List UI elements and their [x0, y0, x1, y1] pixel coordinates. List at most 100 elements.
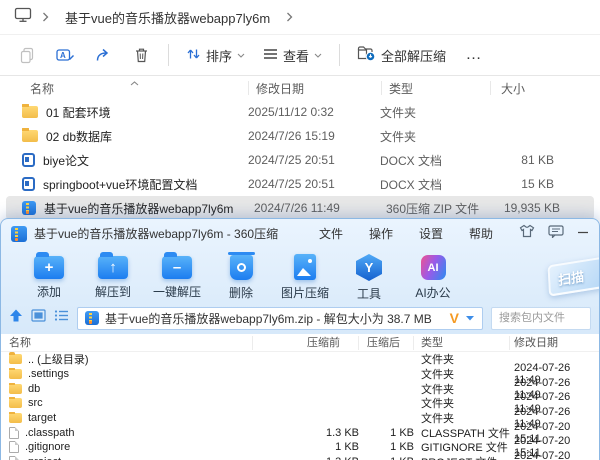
column-header-after[interactable]: 压缩后 — [359, 335, 414, 350]
view-button[interactable]: 查看 — [254, 40, 331, 70]
view-lines-icon — [263, 48, 278, 63]
menu-operation[interactable]: 操作 — [356, 222, 406, 245]
entry-name: target — [28, 412, 57, 425]
folder-icon — [9, 412, 22, 424]
delete-button[interactable]: 删除 — [209, 251, 273, 301]
view-label: 查看 — [283, 48, 310, 64]
column-header-before[interactable]: 压缩前 — [253, 335, 359, 350]
folder-icon — [22, 127, 38, 142]
menu-settings[interactable]: 设置 — [406, 222, 456, 245]
add-button[interactable]: + 添加 — [17, 251, 81, 300]
search-input[interactable] — [491, 306, 591, 330]
more-options-button[interactable]: … — [455, 40, 493, 70]
entry-name: src — [28, 397, 43, 410]
zip-toolbar: + 添加 ↑ 解压到 – 一键解压 删除 图片压缩 Y 工具 AI AI办公 扫… — [1, 248, 599, 305]
tools-button[interactable]: Y 工具 — [337, 251, 401, 302]
one-click-extract-icon: – — [162, 252, 192, 279]
zip-column-headers: 名称 压缩前 压缩后 类型 修改日期 — [1, 334, 599, 352]
minimize-button[interactable] — [577, 225, 589, 243]
ai-icon: AI — [420, 255, 446, 280]
sort-ascending-caret-icon — [130, 75, 139, 89]
rename-button[interactable]: A — [46, 40, 84, 70]
menu-file[interactable]: 文件 — [306, 222, 356, 245]
add-folder-icon: + — [34, 252, 64, 279]
skin-theme-icon[interactable] — [519, 224, 535, 243]
more-dots: … — [465, 46, 483, 63]
toolbar-divider — [168, 44, 169, 66]
table-row-selected[interactable]: 基于vue的音乐播放器webapp7ly6m 2024/7/26 11:49 3… — [6, 196, 594, 220]
extract-folder-icon — [357, 45, 376, 65]
explorer-column-headers: 名称 修改日期 类型 大小 — [0, 76, 600, 100]
menu-help[interactable]: 帮助 — [456, 222, 506, 245]
chevron-right-icon[interactable] — [286, 12, 293, 22]
extract-to-button[interactable]: ↑ 解压到 — [81, 251, 145, 300]
docx-file-icon — [22, 153, 35, 167]
column-header-date[interactable]: 修改日期 — [249, 80, 381, 97]
folder-icon — [9, 382, 22, 394]
trash-recycle-icon — [227, 252, 255, 280]
titlebar-icons — [519, 224, 589, 243]
scan-badge[interactable]: 扫描 — [547, 256, 599, 297]
file-name: 基于vue的音乐播放器webapp7ly6m — [44, 201, 234, 216]
table-row[interactable]: 01 配套环境 2025/11/12 0:32 文件夹 — [0, 100, 600, 124]
svg-text:A: A — [60, 51, 66, 60]
extract-to-folder-icon: ↑ — [98, 252, 128, 279]
this-pc-monitor-icon[interactable] — [14, 7, 32, 28]
chevron-down-icon — [314, 53, 322, 58]
tools-hexagon-icon: Y — [356, 254, 382, 281]
toolbar-divider — [339, 44, 341, 66]
share-button[interactable] — [84, 40, 122, 70]
folder-icon — [9, 368, 22, 380]
breadcrumb: 基于vue的音乐播放器webapp7ly6m — [0, 0, 600, 35]
zip-file-icon — [22, 201, 36, 215]
archive-address-box[interactable]: 基于vue的音乐播放器webapp7ly6m.zip - 解包大小为 38.7 … — [77, 306, 483, 330]
entry-name: .project — [25, 456, 61, 460]
docx-file-icon — [22, 177, 35, 191]
entry-name: .classpath — [25, 426, 75, 439]
sort-label: 排序 — [206, 48, 233, 64]
folder-icon — [22, 103, 38, 118]
column-header-type[interactable]: 类型 — [414, 335, 510, 350]
column-header-name[interactable]: 名称 — [1, 335, 253, 350]
file-name: biye论文 — [43, 153, 90, 168]
column-header-date[interactable]: 修改日期 — [510, 336, 599, 350]
entry-name: db — [28, 382, 41, 395]
archive-path-text: 基于vue的音乐播放器webapp7ly6m.zip - 解包大小为 38.7 … — [105, 311, 432, 326]
table-row[interactable]: 02 db数据库 2024/7/26 15:19 文件夹 — [0, 124, 600, 148]
file-name: 01 配套环境 — [46, 105, 111, 120]
extract-all-button[interactable]: 全部解压缩 — [348, 40, 455, 70]
column-header-type[interactable]: 类型 — [382, 80, 490, 97]
chevron-down-icon — [237, 53, 245, 58]
zip-app-window: 基于vue的音乐播放器webapp7ly6m - 360压缩 文件 操作 设置 … — [0, 218, 600, 460]
list-item[interactable]: .project 1.3 KB 1 KB PROJECT 文件 2024-07-… — [1, 450, 599, 460]
zip-file-icon — [85, 311, 99, 325]
file-icon — [9, 456, 19, 460]
table-row[interactable]: springboot+vue环境配置文档 2024/7/25 20:51 DOC… — [0, 172, 600, 196]
column-header-name[interactable]: 名称 — [0, 80, 248, 97]
v-logo-icon: V — [449, 310, 459, 326]
one-click-extract-button[interactable]: – 一键解压 — [145, 251, 209, 300]
list-view-icon[interactable] — [54, 309, 69, 327]
file-name: springboot+vue环境配置文档 — [43, 177, 198, 192]
column-header-size[interactable]: 大小 — [491, 80, 567, 97]
sort-arrows-icon — [186, 47, 201, 64]
zip-titlebar[interactable]: 基于vue的音乐播放器webapp7ly6m - 360压缩 文件 操作 设置 … — [1, 219, 599, 248]
feedback-icon[interactable] — [548, 224, 564, 243]
file-name: 02 db数据库 — [46, 129, 113, 144]
chevron-right-icon — [42, 12, 49, 22]
entry-name: .settings — [28, 368, 69, 381]
folder-up-icon — [9, 352, 22, 365]
dropdown-arrow-icon[interactable] — [465, 309, 475, 327]
thumbnail-view-icon[interactable] — [31, 309, 46, 327]
ai-office-button[interactable]: AI AI办公 — [401, 251, 465, 301]
screen: 基于vue的音乐播放器webapp7ly6m A 排序 查看 全部解压缩 … 名… — [0, 0, 600, 460]
sort-button[interactable]: 排序 — [177, 40, 254, 70]
table-row[interactable]: biye论文 2024/7/25 20:51 DOCX 文档 81 KB — [0, 148, 600, 172]
entry-name: .gitignore — [25, 441, 71, 454]
delete-button[interactable] — [122, 40, 160, 70]
up-directory-icon[interactable] — [9, 309, 23, 327]
copy-button[interactable] — [8, 40, 46, 70]
image-compress-button[interactable]: 图片压缩 — [273, 251, 337, 301]
zip-file-list: 名称 压缩前 压缩后 类型 修改日期 .. (上级目录) 文件夹 .settin… — [1, 334, 599, 460]
breadcrumb-folder[interactable]: 基于vue的音乐播放器webapp7ly6m — [59, 6, 276, 29]
